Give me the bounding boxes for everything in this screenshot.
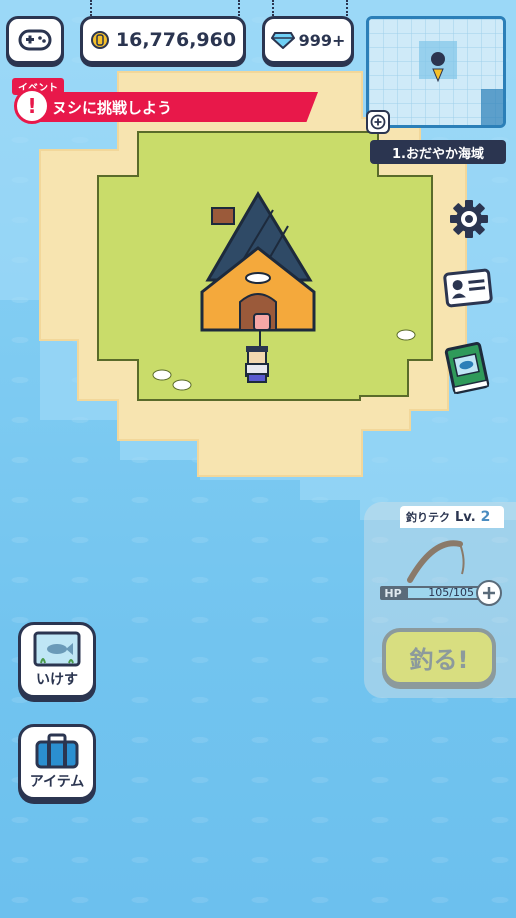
fishing-rod-icon [407,540,465,583]
minimap-zoom-button[interactable] [366,110,390,134]
hp-value: 105/105 [428,586,474,599]
coin-icon [90,31,109,49]
gem-counter[interactable]: 999+ [262,16,354,64]
diamond-icon [270,32,295,49]
gamepad-icon [18,29,52,51]
flower-decoration [396,329,416,341]
fish-tank-icon [33,631,81,667]
item-button[interactable]: アイテム [18,724,96,800]
exclamation-icon: ! [14,88,50,124]
event-banner[interactable]: ヌシに挑戦しよう [30,92,318,122]
ikesu-button[interactable]: いけす [18,622,96,698]
fish-book-icon[interactable] [442,340,492,396]
minimap-grid [369,19,503,125]
hp-track: 105/105 [406,586,480,600]
controller-button[interactable] [6,16,64,64]
hp-plus-button[interactable] [476,580,502,606]
plus-icon [483,587,495,599]
level-prefix: Lv. [455,509,476,525]
hp-bar: HP 105/105 [380,584,480,602]
area-name-label: 1.おだやか海域 [370,140,506,164]
gem-amount: 999+ [298,30,346,50]
plus-circle-icon [370,114,386,130]
hp-label: HP [380,586,406,600]
event-text: ヌシに挑戦しよう [52,99,173,117]
suitcase-icon [35,733,79,769]
level-value: 2 [480,509,491,525]
gear-icon[interactable] [448,198,490,240]
fish-button[interactable]: 釣る! [382,628,496,686]
coin-amount: 16,776,960 [115,29,237,51]
flower-decoration [172,379,192,391]
profile-card-icon[interactable] [442,266,494,310]
ikesu-label: いけす [36,672,78,688]
fish-button-label: 釣る! [409,645,469,674]
fishing-skill-header: 釣りテク Lv. 2 [400,506,504,528]
item-label: アイテム [29,774,85,790]
area-name-text: 1.おだやか海域 [392,146,484,162]
skill-label: 釣りテク [406,511,450,524]
coin-counter[interactable]: 16,776,960 [80,16,246,64]
player-character[interactable] [236,308,280,388]
